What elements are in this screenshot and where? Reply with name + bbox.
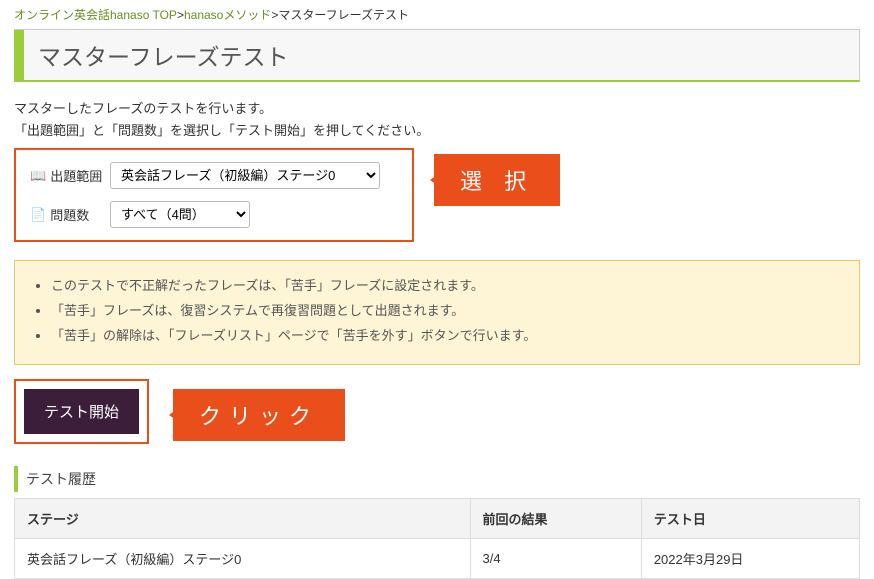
breadcrumb: オンライン英会話hanaso TOP>hanasoメソッド>マスターフレーズテス… — [0, 0, 874, 29]
count-select[interactable]: すべて（4問） — [110, 201, 250, 228]
range-select[interactable]: 英会話フレーズ（初級編）ステージ0 — [110, 162, 380, 189]
history-cell-stage: 英会話フレーズ（初級編）ステージ0 — [15, 539, 471, 579]
range-label: 📖 出題範囲 — [30, 166, 110, 185]
info-box: このテストで不正解だったフレーズは、「苦手」フレーズに設定されます。 「苦手」フ… — [14, 260, 860, 365]
document-icon: 📄 — [30, 207, 46, 223]
breadcrumb-sep: > — [177, 8, 184, 22]
start-button-box: テスト開始 — [14, 379, 149, 444]
info-item: このテストで不正解だったフレーズは、「苦手」フレーズに設定されます。 — [51, 275, 841, 294]
selection-form-box: 📖 出題範囲 英会話フレーズ（初級編）ステージ0 📄 問題数 すべて（4問） — [14, 148, 414, 242]
book-icon: 📖 — [30, 168, 46, 184]
description-line1: マスターしたフレーズのテストを行います。 — [14, 98, 860, 120]
breadcrumb-current: マスターフレーズテスト — [278, 8, 409, 22]
table-row: 英会話フレーズ（初級編）ステージ0 3/4 2022年3月29日 — [15, 539, 860, 579]
page-title: マスターフレーズテスト — [24, 30, 302, 80]
title-accent-bar — [14, 30, 24, 80]
description-line2: 「出題範囲」と「問題数」を選択し「テスト開始」を押してください。 — [14, 120, 860, 142]
history-title: テスト履歴 — [14, 466, 860, 492]
callout-select: 選 択 — [434, 154, 560, 206]
callout-click: クリック — [173, 389, 345, 441]
start-test-button[interactable]: テスト開始 — [24, 389, 139, 434]
description: マスターしたフレーズのテストを行います。 「出題範囲」と「問題数」を選択し「テス… — [0, 92, 874, 148]
history-table: ステージ 前回の結果 テスト日 英会話フレーズ（初級編）ステージ0 3/4 20… — [14, 498, 860, 579]
history-header-stage: ステージ — [15, 499, 471, 539]
count-label: 📄 問題数 — [30, 205, 110, 224]
history-header-result: 前回の結果 — [470, 499, 641, 539]
page-title-wrap: マスターフレーズテスト — [14, 29, 860, 82]
info-item: 「苦手」フレーズは、復習システムで再復習問題として出題されます。 — [51, 300, 841, 319]
history-cell-date: 2022年3月29日 — [641, 539, 859, 579]
breadcrumb-method[interactable]: hanasoメソッド — [184, 8, 271, 22]
breadcrumb-top[interactable]: オンライン英会話hanaso TOP — [14, 8, 177, 22]
info-item: 「苦手」の解除は、「フレーズリスト」ページで「苦手を外す」ボタンで行います。 — [51, 325, 841, 344]
history-cell-result: 3/4 — [470, 539, 641, 579]
history-header-date: テスト日 — [641, 499, 859, 539]
